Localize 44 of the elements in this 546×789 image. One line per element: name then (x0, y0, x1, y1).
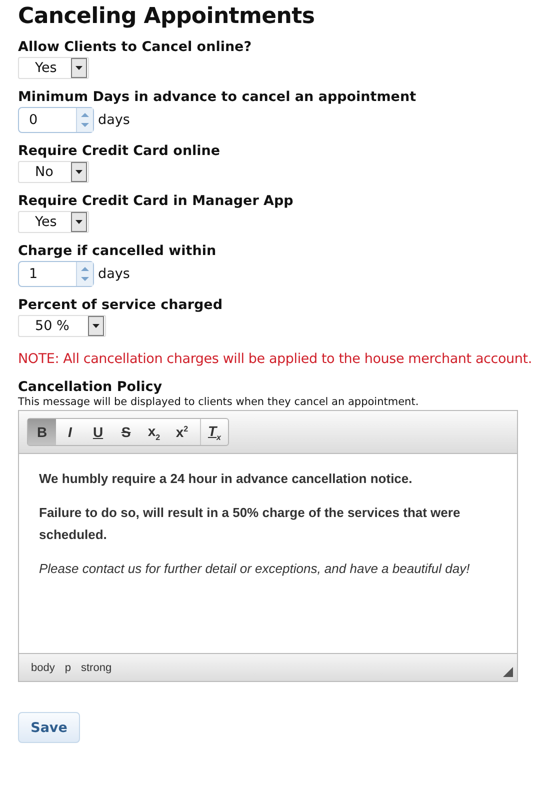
field-label: Allow Clients to Cancel online? (18, 39, 253, 55)
number-value: 0 (28, 112, 38, 128)
path-item[interactable]: strong (80, 662, 112, 674)
spinner-icon (76, 108, 93, 132)
page-title: Canceling Appointments (18, 4, 316, 29)
field-label: Require Credit Card in Manager App (18, 193, 294, 209)
path-item[interactable]: body (31, 662, 55, 674)
format-button[interactable]: I (56, 419, 84, 445)
save-button[interactable]: Save (18, 712, 80, 743)
caret-icon (71, 162, 87, 182)
paragraph: Failure to do so, will result in a 50% charge of the services that were scheduled. (39, 504, 462, 544)
format-button[interactable]: x$_{2}$ (140, 419, 168, 445)
field-label: Charge if cancelled within (18, 243, 218, 259)
field-label: Percent of service charged (18, 297, 224, 313)
field-label: Require Credit Card online (18, 143, 222, 159)
unit-label: days (98, 112, 130, 128)
dropdown-value: 50 % (34, 318, 70, 334)
dropdown[interactable]: Yes (18, 57, 89, 79)
number-field[interactable]: 1 (18, 261, 94, 287)
dropdown-value: Yes (34, 214, 57, 230)
number-value: 1 (28, 266, 38, 282)
dropdown[interactable]: 50 % (18, 315, 106, 337)
caret-icon (71, 212, 87, 232)
paragraph: Please contact us for further detail or exceptions, and have a beautiful day! (39, 560, 471, 578)
field-label: Minimum Days in advance to cancel an appointment (18, 89, 418, 105)
format-button[interactable]: S (112, 419, 140, 445)
number-field[interactable]: 0 (18, 107, 94, 133)
hint-text: This message will be displayed to clients when they cancel an appointment. (18, 396, 420, 408)
format-button[interactable]: U (84, 419, 112, 445)
dropdown-value: No (34, 164, 54, 180)
spinner-icon (76, 262, 93, 286)
unit-label: days (98, 266, 130, 282)
caret-icon (88, 316, 104, 336)
path-item[interactable]: p (64, 662, 71, 674)
format-button[interactable]: B (28, 419, 56, 445)
dropdown-value: Yes (34, 60, 57, 76)
dropdown[interactable]: Yes (18, 211, 89, 233)
resize-grip-icon[interactable] (503, 667, 513, 677)
format-button[interactable]: T$_{x}$ (200, 419, 228, 445)
field-label: Cancellation Policy (18, 379, 164, 395)
dropdown[interactable]: No (18, 161, 89, 183)
paragraph: We humbly require a 24 hour in advance cancellation notice. (39, 470, 414, 488)
caret-icon (71, 58, 87, 78)
format-button[interactable]: x$^{2}$ (168, 419, 196, 445)
